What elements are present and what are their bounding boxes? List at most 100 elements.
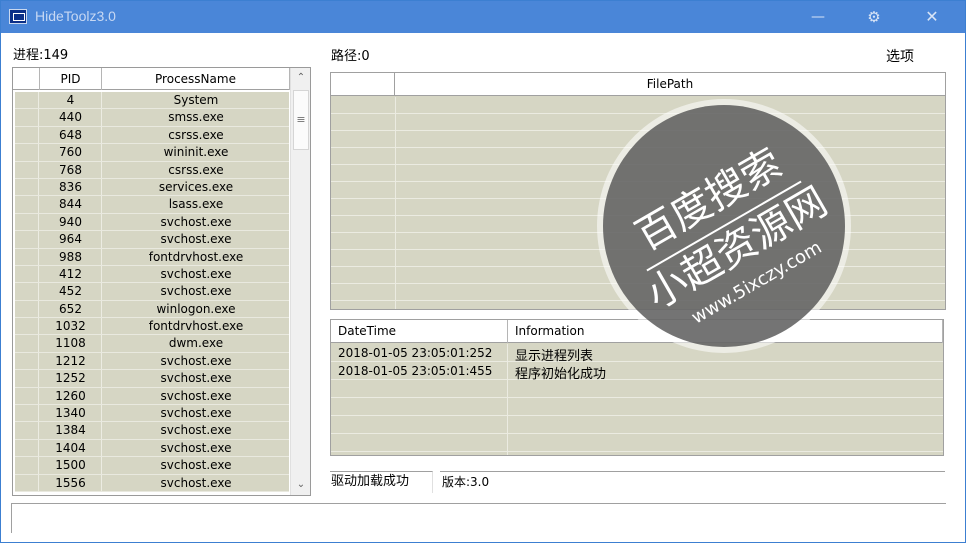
log-information-cell: 程序初始化成功 [515,366,607,382]
process-name-cell: svchost.exe [160,458,232,473]
settings-icon[interactable]: ⚙ [854,5,894,29]
table-row[interactable]: 988 fontdrvhost.exe [15,248,289,266]
process-name-cell: dwm.exe [168,336,224,351]
row-indicator-cell [15,422,39,439]
process-rows: 4 System 440 smss.exe 648 csrss.exe 760 wininit… [15,92,289,492]
file-path-header: FilePath [331,73,945,96]
table-row[interactable]: 1260 svchost.exe [15,387,289,406]
pid-cell: 1500 [40,457,102,474]
pid-cell: 768 [40,161,102,178]
pid-cell: 836 [40,178,102,196]
window-title: HideToolz3.0 [35,8,116,24]
process-name-cell: svchost.exe [160,284,232,299]
process-name-cell: svchost.exe [160,406,232,421]
process-list-header: PID ProcessName [13,68,290,90]
pid-cell: 844 [40,196,102,213]
minimize-button[interactable]: — [798,5,838,29]
table-row[interactable]: 1404 svchost.exe [15,439,289,458]
column-header-pid[interactable]: PID [40,68,102,90]
table-row[interactable]: 1032 fontdrvhost.exe [15,318,289,336]
table-row[interactable]: 836 services.exe [15,178,289,197]
pid-cell: 1340 [40,405,102,422]
row-indicator-cell [15,231,39,248]
pid-cell: 1260 [40,387,102,405]
column-header-filepath[interactable]: FilePath [395,73,945,96]
process-name-cell: services.exe [158,179,234,194]
table-row[interactable]: 648 csrss.exe [15,126,289,145]
scroll-down-icon[interactable]: ⌄ [291,475,310,495]
process-list-scrollbar[interactable]: ⌃ ≡ ⌄ [290,68,310,495]
process-name-cell: svchost.exe [160,475,232,490]
log-datetime-cell: 2018-01-05 23:05:01:455 [338,363,493,378]
column-header-blank[interactable] [13,68,40,90]
row-indicator-cell [15,352,39,370]
table-row[interactable]: 1500 svchost.exe [15,457,289,475]
driver-status: 驱动加载成功 [330,471,433,493]
row-indicator-cell [15,387,39,405]
table-row[interactable]: 940 svchost.exe [15,213,289,232]
table-row[interactable]: 4 System [15,92,289,110]
log-row[interactable]: 2018-01-05 23:05:01:455 程序初始化成功 [331,362,943,382]
table-row[interactable]: 760 wininit.exe [15,144,289,162]
process-name-cell: svchost.exe [160,423,232,438]
table-row[interactable]: 768 csrss.exe [15,161,289,179]
row-indicator-cell [15,248,39,265]
column-header-blank[interactable] [331,73,395,96]
table-row[interactable]: 452 svchost.exe [15,283,289,301]
process-name-cell: smss.exe [168,110,224,125]
scroll-thumb[interactable]: ≡ [293,90,309,150]
process-name-cell: System [173,93,219,107]
process-count-label: 进程:149 [13,48,69,63]
process-name-cell: winlogon.exe [156,301,236,316]
column-header-processname[interactable]: ProcessName [102,68,290,90]
log-rows: 2018-01-05 23:05:01:252 显示进程列表 2018-01-05 … [331,344,943,455]
table-row[interactable]: 1340 svchost.exe [15,405,289,423]
path-count-label: 路径:0 [331,49,370,64]
table-row[interactable]: 440 smss.exe [15,109,289,127]
process-name-cell: svchost.exe [160,266,232,281]
process-name-cell: svchost.exe [160,214,232,229]
table-row[interactable]: 1212 svchost.exe [15,352,289,371]
title-bar[interactable]: HideToolz3.0 — ⚙ ✕ [1,1,965,33]
close-button[interactable]: ✕ [912,5,952,29]
table-row[interactable]: 1384 svchost.exe [15,422,289,440]
row-indicator-cell [15,283,39,300]
row-indicator-cell [15,126,39,144]
row-indicator-cell [15,196,39,213]
row-indicator-cell [15,161,39,178]
process-name-cell: fontdrvhost.exe [148,319,244,334]
scroll-up-icon[interactable]: ⌃ [291,68,310,88]
table-row[interactable]: 964 svchost.exe [15,231,289,249]
options-menu[interactable]: 选项 [886,46,914,66]
app-icon [9,9,27,24]
pid-cell: 1556 [40,474,102,491]
pid-cell: 1404 [40,439,102,457]
log-datetime-cell: 2018-01-05 23:05:01:252 [338,346,493,360]
process-name-cell: svchost.exe [160,440,232,455]
pid-cell: 440 [40,109,102,126]
table-row[interactable]: 1556 svchost.exe [15,474,289,492]
table-row[interactable]: 1252 svchost.exe [15,370,289,388]
row-indicator-cell [15,178,39,196]
column-header-datetime[interactable]: DateTime [331,320,508,343]
table-row[interactable]: 1108 dwm.exe [15,335,289,353]
process-name-cell: wininit.exe [163,145,229,160]
row-indicator-cell [15,213,39,231]
row-indicator-cell [15,474,39,491]
row-indicator-cell [15,300,39,318]
table-row[interactable]: 844 lsass.exe [15,196,289,214]
process-name-cell: lsass.exe [168,197,224,212]
pid-cell: 1032 [40,318,102,335]
process-list[interactable]: PID ProcessName 4 System 440 smss.exe 648 csr… [12,67,311,496]
pid-cell: 940 [40,213,102,231]
table-row[interactable]: 652 winlogon.exe [15,300,289,319]
pid-cell: 964 [40,231,102,248]
row-indicator-cell [15,370,39,387]
pid-cell: 412 [40,265,102,283]
process-name-cell: svchost.exe [160,388,232,403]
bottom-status-bar [11,503,946,533]
process-name-cell: fontdrvhost.exe [148,249,244,264]
row-indicator-cell [15,457,39,474]
row-indicator-cell [15,144,39,161]
table-row[interactable]: 412 svchost.exe [15,265,289,284]
